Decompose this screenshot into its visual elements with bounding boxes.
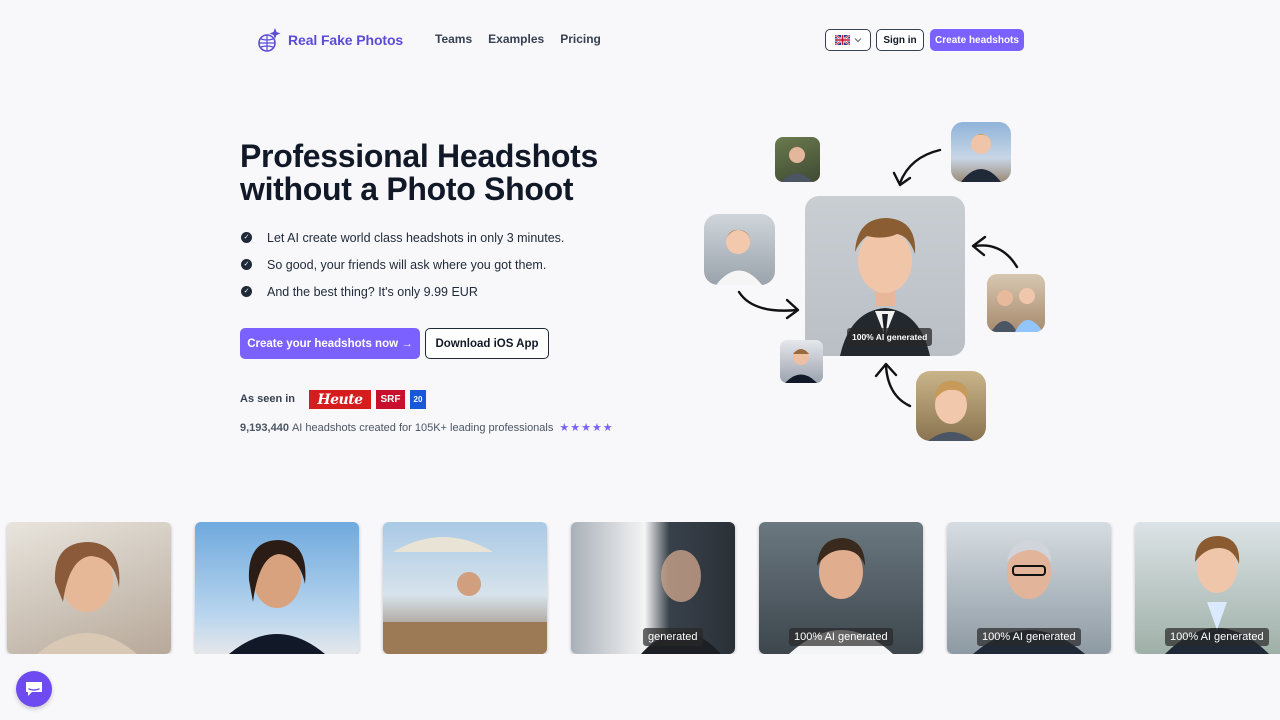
carousel-photo bbox=[383, 522, 547, 654]
nav-teams[interactable]: Teams bbox=[435, 32, 472, 46]
srf-logo: SRF bbox=[376, 390, 405, 409]
hero-title: Professional Headshots without a Photo S… bbox=[240, 140, 660, 206]
arrow-icon bbox=[737, 290, 800, 320]
carousel-photo bbox=[7, 522, 171, 654]
heute-logo: Heute bbox=[309, 390, 371, 409]
chevron-down-icon bbox=[854, 38, 861, 43]
hero-title-line1: Professional Headshots bbox=[240, 138, 598, 174]
feature-item: ✓ And the best thing? It's only 9.99 EUR bbox=[240, 278, 564, 305]
ai-generated-badge: 100% AI generated bbox=[1165, 628, 1269, 646]
sign-in-button[interactable]: Sign in bbox=[876, 29, 924, 51]
feature-item: ✓ Let AI create world class headshots in… bbox=[240, 224, 564, 251]
chat-button[interactable] bbox=[16, 671, 52, 707]
brand-name: Real Fake Photos bbox=[288, 32, 404, 48]
feature-text: So good, your friends will ask where you… bbox=[267, 257, 547, 272]
ai-generated-badge: 100% AI generated bbox=[789, 628, 893, 646]
input-photo bbox=[916, 371, 986, 441]
arrow-icon bbox=[874, 362, 912, 408]
ai-generated-badge: 100% AI generated bbox=[847, 328, 933, 346]
create-headshots-button[interactable]: Create headshots bbox=[930, 29, 1024, 51]
arrow-icon bbox=[971, 235, 1019, 269]
stats-line: 9,193,440 AI headshots created for 105K+… bbox=[240, 421, 614, 435]
stats-text: AI headshots created for 105K+ leading p… bbox=[291, 421, 554, 434]
chat-bubble-icon bbox=[26, 682, 42, 696]
input-photo bbox=[780, 340, 823, 383]
check-circle-icon: ✓ bbox=[241, 286, 252, 297]
create-your-headshots-button[interactable]: Create your headshots now → bbox=[240, 328, 420, 359]
globe-sparkle-icon bbox=[258, 28, 281, 52]
rating-stars-icon: ★★★★★ bbox=[559, 422, 614, 434]
as-seen-in-label: As seen in bbox=[240, 393, 296, 405]
carousel-photo bbox=[195, 522, 359, 654]
uk-flag-icon bbox=[834, 35, 850, 45]
carousel-photo: generated bbox=[571, 522, 735, 654]
headshot-count: 9,193,440 bbox=[240, 421, 289, 434]
ai-generated-badge: generated bbox=[643, 628, 703, 646]
input-photo bbox=[704, 214, 775, 285]
brand-logo[interactable]: Real Fake Photos bbox=[255, 27, 403, 53]
input-photo bbox=[775, 137, 820, 182]
nav-pricing[interactable]: Pricing bbox=[560, 32, 601, 46]
input-photo bbox=[987, 274, 1045, 332]
20min-logo: 20 bbox=[410, 390, 426, 409]
arrow-icon bbox=[892, 148, 942, 187]
input-photo bbox=[951, 122, 1011, 182]
nav-examples[interactable]: Examples bbox=[488, 32, 544, 46]
feature-text: Let AI create world class headshots in o… bbox=[267, 230, 565, 245]
download-ios-app-button[interactable]: Download iOS App bbox=[425, 328, 549, 359]
language-select[interactable] bbox=[825, 29, 871, 51]
hero-title-line2: without a Photo Shoot bbox=[240, 171, 574, 207]
feature-item: ✓ So good, your friends will ask where y… bbox=[240, 251, 564, 278]
main-nav: Teams Examples Pricing bbox=[435, 32, 601, 46]
carousel-photo: 100% AI generated bbox=[759, 522, 923, 654]
feature-text: And the best thing? It's only 9.99 EUR bbox=[267, 284, 478, 299]
feature-list: ✓ Let AI create world class headshots in… bbox=[240, 224, 564, 305]
ai-generated-badge: 100% AI generated bbox=[977, 628, 1081, 646]
check-circle-icon: ✓ bbox=[241, 232, 252, 243]
example-carousel[interactable]: generated 100% AI generated 100% AI gene… bbox=[0, 522, 1280, 654]
main-generated-headshot: 100% AI generated bbox=[805, 196, 965, 356]
check-circle-icon: ✓ bbox=[241, 259, 252, 270]
carousel-photo: 100% AI generated bbox=[947, 522, 1111, 654]
carousel-photo: 100% AI generated bbox=[1135, 522, 1280, 654]
